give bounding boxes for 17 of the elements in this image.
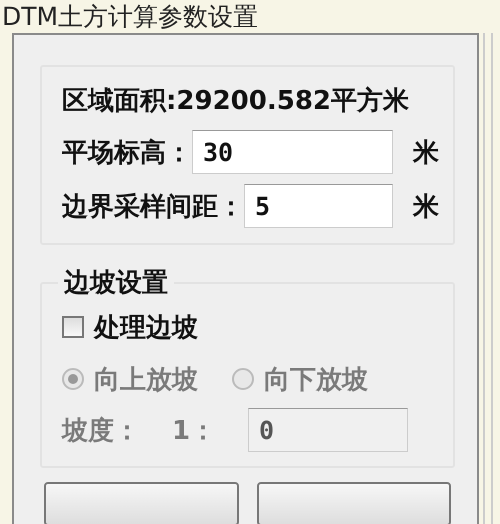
area-label: 区域面积:29200.582平方米 xyxy=(62,85,410,118)
unit-label: 米 xyxy=(413,190,439,224)
radio-label: 向上放坡 xyxy=(94,364,198,396)
field-label: 边界采样间距： xyxy=(62,190,244,224)
radio-label: 向下放坡 xyxy=(264,364,368,396)
unit-label: 米 xyxy=(413,136,439,170)
window-title: DTM土方计算参数设置 xyxy=(2,1,258,33)
input-field[interactable]: 30 xyxy=(192,130,393,174)
button[interactable] xyxy=(256,482,451,524)
checkbox[interactable] xyxy=(62,316,84,338)
button[interactable] xyxy=(44,482,238,524)
checkbox-label: 处理边坡 xyxy=(94,312,198,344)
slope-label: 坡度： xyxy=(62,414,141,448)
ratio-label: 1： xyxy=(172,414,218,448)
input-field[interactable]: 5 xyxy=(244,184,393,228)
group-title: 边坡设置 xyxy=(63,267,169,300)
field-label: 平场标高： xyxy=(62,136,192,170)
